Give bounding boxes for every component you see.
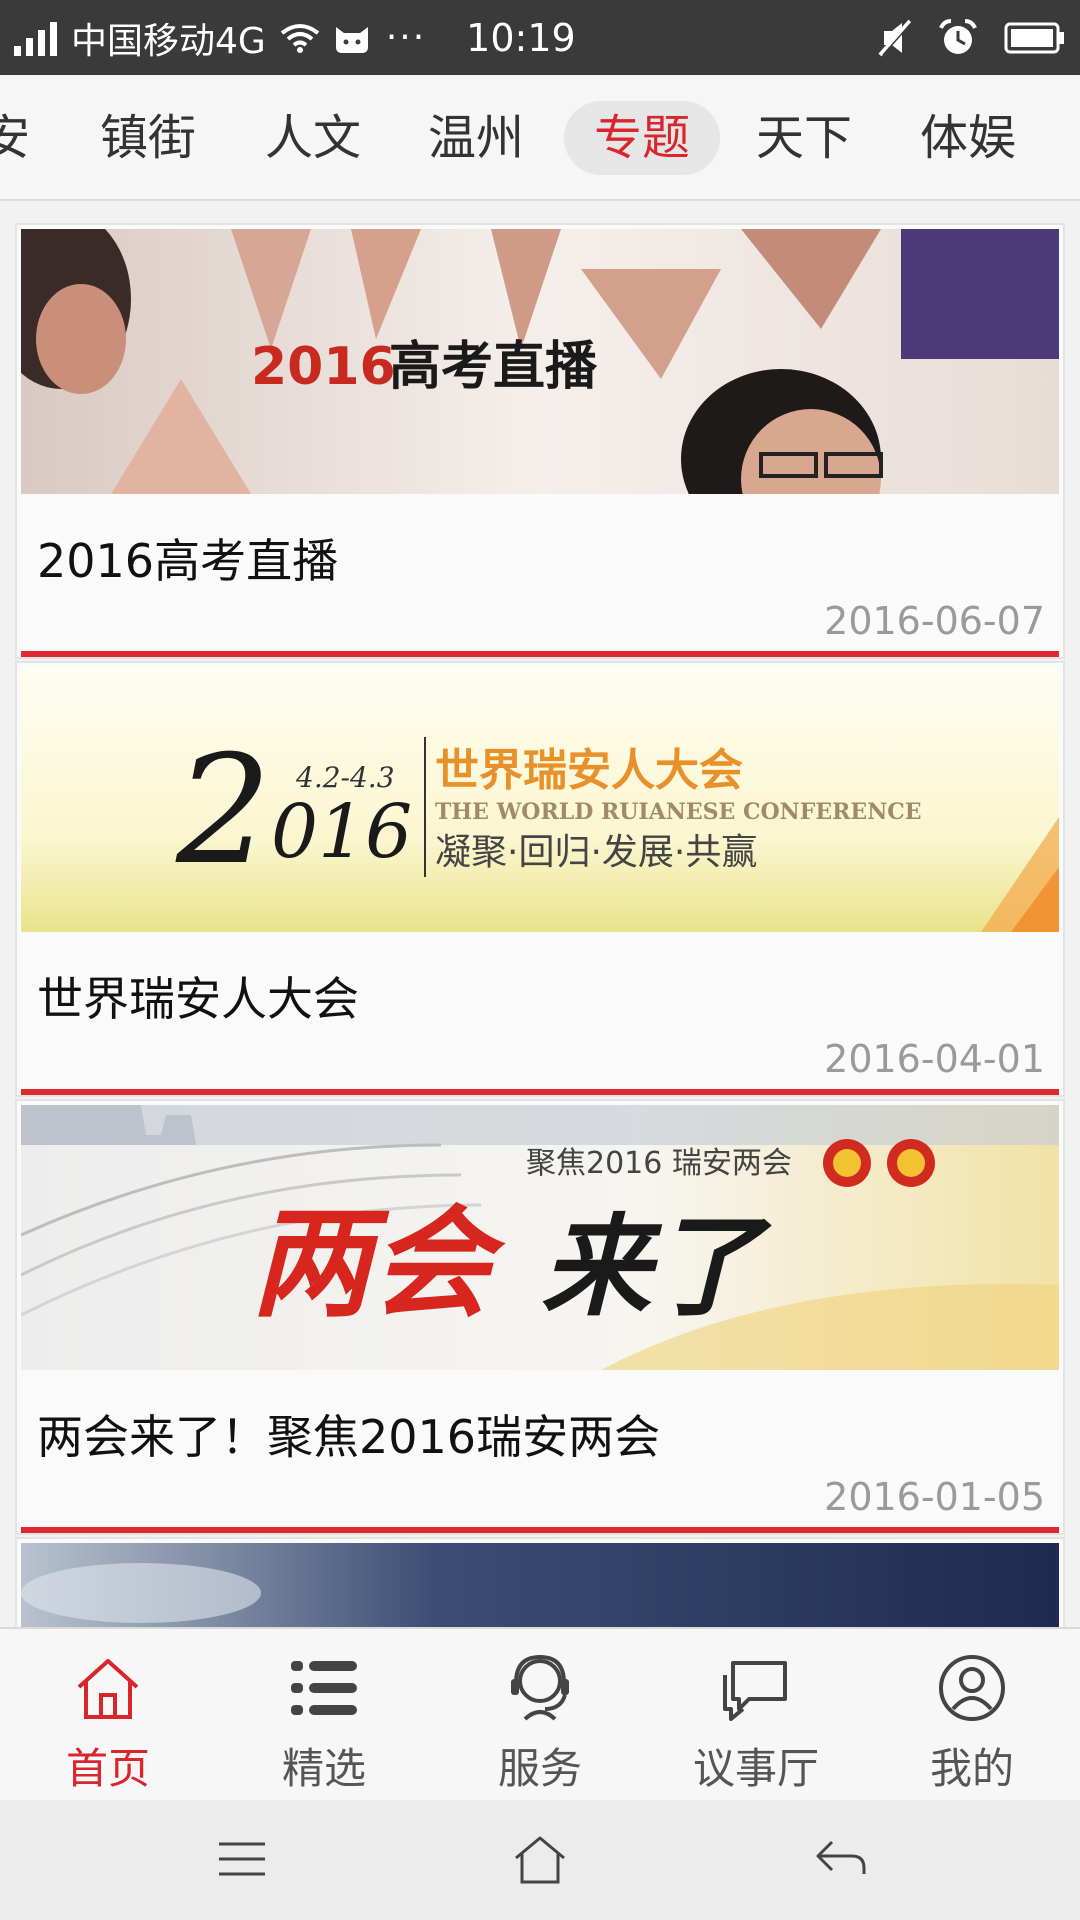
- more-dots: ···: [385, 17, 427, 58]
- tab-wenzhou[interactable]: 温州: [428, 101, 524, 175]
- banner-focus: 聚焦2016 瑞安两会: [526, 1146, 792, 1181]
- nav-profile[interactable]: 我的: [864, 1629, 1080, 1800]
- topic-date: 2016-04-01: [824, 1037, 1045, 1081]
- chat-icon: [723, 1661, 787, 1721]
- tab-world[interactable]: 天下: [756, 101, 852, 175]
- home-button-icon[interactable]: [512, 1834, 568, 1886]
- topic-card[interactable]: 2016 高考直播 2016高考直播 2016-06-07: [15, 223, 1065, 659]
- card-divider: [21, 1527, 1059, 1533]
- menu-icon[interactable]: [215, 1834, 269, 1884]
- topic-feed: 2016 高考直播 2016高考直播 2016-06-07 2 016 4.2-…: [0, 201, 1080, 1627]
- tab-topics[interactable]: 专题: [564, 101, 721, 175]
- bottom-navigation: 首页 精选 服务 议事厅 我的: [0, 1627, 1080, 1800]
- banner-ruian-conference[interactable]: 2 016 4.2-4.3 世界瑞安人大会 THE WORLD RUIANESE…: [21, 667, 1059, 932]
- card-divider: [21, 651, 1059, 657]
- profile-icon: [939, 1655, 1005, 1721]
- topic-title[interactable]: 两会来了！聚焦2016瑞安两会: [37, 1401, 660, 1467]
- banner-year-small: 016: [271, 789, 412, 875]
- mute-icon: [878, 19, 912, 56]
- banner-dates: 4.2-4.3: [295, 761, 395, 794]
- banner-cn-title: 世界瑞安人大会: [435, 745, 743, 796]
- alarm-icon: [939, 18, 977, 54]
- home-icon: [77, 1659, 139, 1719]
- topic-card[interactable]: [15, 1537, 1065, 1627]
- system-nav-bar: [0, 1800, 1080, 1920]
- nav-forum-label: 议事厅: [692, 1744, 819, 1793]
- nav-home[interactable]: 首页: [0, 1629, 216, 1800]
- banner-gaokao[interactable]: 2016 高考直播: [21, 229, 1059, 494]
- nav-forum[interactable]: 议事厅: [648, 1629, 864, 1800]
- nav-service[interactable]: 服务: [432, 1629, 648, 1800]
- list-icon: [291, 1661, 357, 1715]
- back-icon[interactable]: [812, 1834, 868, 1884]
- tab-towns[interactable]: 镇街: [100, 101, 196, 175]
- nav-profile-label: 我的: [929, 1744, 1014, 1793]
- wifi-icon: [280, 23, 320, 53]
- banner-two-sessions[interactable]: 聚焦2016 瑞安两会 两会 来了: [21, 1105, 1059, 1370]
- notification-cat-icon: [335, 26, 368, 53]
- svg-text:高考直播: 高考直播: [389, 337, 598, 397]
- banner-main-red: 两会: [251, 1193, 506, 1334]
- battery-icon: [1004, 22, 1064, 53]
- svg-text:2016: 2016: [251, 337, 396, 397]
- banner-slogan: 凝聚·回归·发展·共赢: [435, 832, 757, 873]
- card-divider: [21, 1089, 1059, 1095]
- nav-featured[interactable]: 精选: [216, 1629, 432, 1800]
- banner-en-title: THE WORLD RUIANESE CONFERENCE: [435, 799, 922, 825]
- tab-sports-ent[interactable]: 体娱: [920, 101, 1016, 175]
- status-bar: 中国移动4G ··· 10:19: [0, 0, 1080, 75]
- carrier-label: 中国移动4G: [71, 20, 266, 62]
- topic-date: 2016-01-05: [824, 1475, 1045, 1519]
- banner-main-black: 来了: [541, 1203, 772, 1331]
- tab-partial[interactable]: 安: [0, 101, 30, 175]
- banner-year-big: 2: [175, 724, 271, 898]
- topic-card[interactable]: 2 016 4.2-4.3 世界瑞安人大会 THE WORLD RUIANESE…: [15, 661, 1065, 1097]
- topic-date: 2016-06-07: [824, 599, 1045, 643]
- topic-card[interactable]: 聚焦2016 瑞安两会 两会 来了 两会来了！聚焦2016瑞安两会 2016-0…: [15, 1099, 1065, 1535]
- tab-culture[interactable]: 人文: [265, 101, 361, 175]
- topic-title[interactable]: 2016高考直播: [37, 525, 338, 591]
- clock: 10:19: [466, 15, 576, 60]
- nav-home-label: 首页: [65, 1744, 150, 1793]
- signal-icon: [14, 20, 57, 56]
- service-icon: [511, 1654, 569, 1721]
- nav-featured-label: 精选: [281, 1744, 366, 1793]
- topic-title[interactable]: 世界瑞安人大会: [37, 963, 359, 1029]
- banner-partial[interactable]: [21, 1543, 1059, 1627]
- category-tabs: 安 镇街 人文 温州 专题 天下 体娱: [0, 75, 1080, 201]
- nav-service-label: 服务: [497, 1744, 582, 1793]
